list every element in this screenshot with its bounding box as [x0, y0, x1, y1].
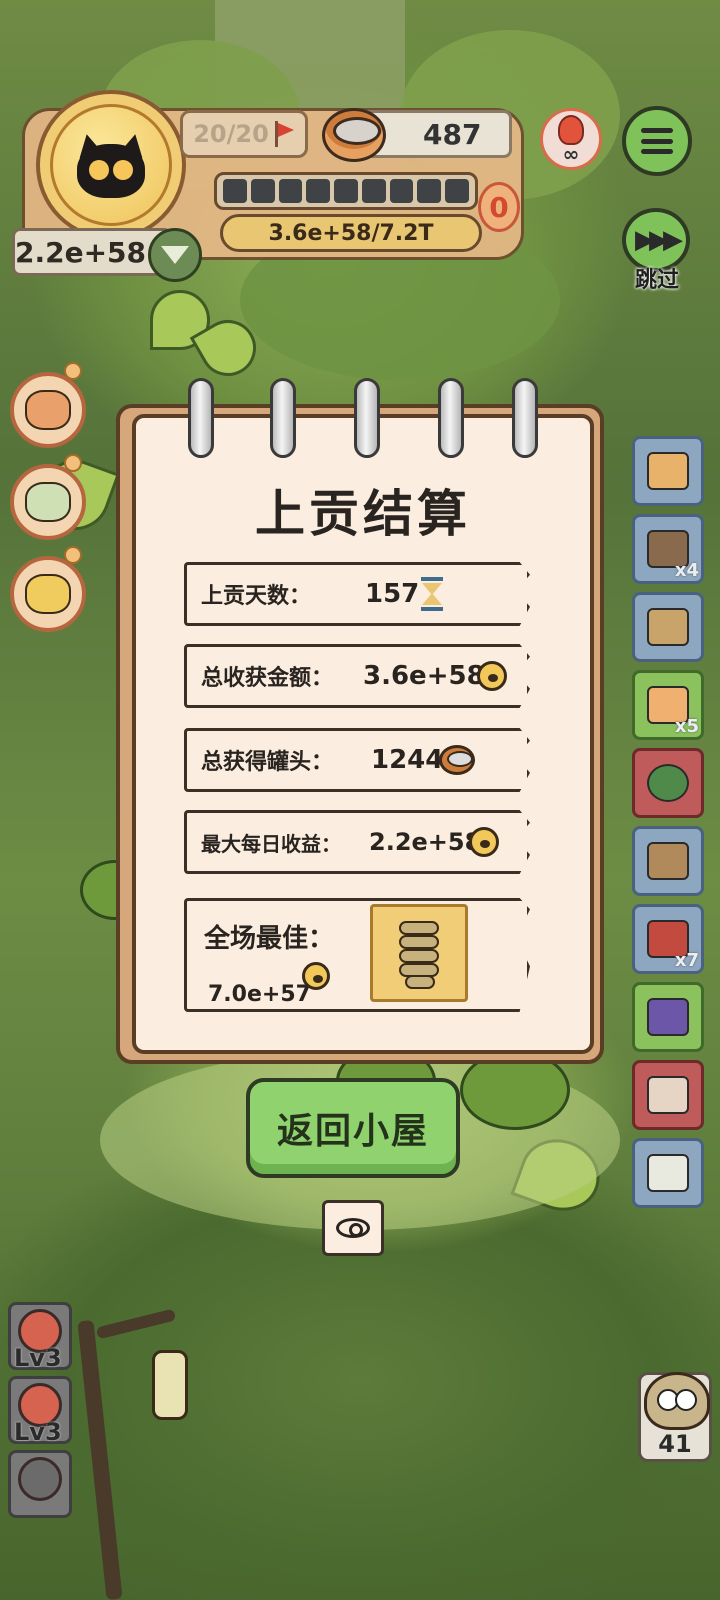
can-count: 487 — [423, 117, 482, 151]
right-tile-4[interactable]: x5 — [632, 670, 704, 740]
stat-row-total-gold: 总收获金额： 3.6e+58 — [184, 644, 530, 708]
stat-row-total-cans: 总获得罐头： 1244 — [184, 728, 530, 792]
experience-text: 3.6e+58/7.2T — [268, 220, 434, 246]
progress-segment — [278, 179, 303, 203]
best-performer-portrait[interactable] — [370, 904, 468, 1002]
avatar-frame — [50, 104, 172, 226]
card-icon — [647, 998, 689, 1036]
stage-badge: 0 — [478, 182, 520, 232]
progress-segment — [223, 179, 247, 203]
stat-label: 总收获金额： — [201, 666, 334, 691]
tile-count: x4 — [674, 560, 699, 581]
toggle-view-button[interactable] — [322, 1200, 384, 1256]
progress-segment — [334, 179, 358, 203]
pet-icon — [647, 1076, 689, 1114]
paw-coin-icon — [302, 962, 330, 990]
notebook-ring — [438, 378, 464, 458]
best-value: 7.0e+57 — [208, 982, 311, 1007]
skip-label[interactable]: 跳过 — [620, 262, 694, 294]
stat-label: 总获得罐头： — [201, 750, 334, 775]
paw-coin-icon — [469, 827, 499, 857]
box-icon — [647, 842, 689, 880]
collapse-hud-button[interactable] — [148, 228, 202, 282]
eye-icon — [336, 1218, 370, 1238]
owl-count: 41 — [658, 1430, 692, 1458]
right-tile-2[interactable]: x4 — [632, 514, 704, 584]
chick-icon — [25, 574, 71, 614]
level-text: 20/20 — [193, 120, 269, 148]
paw-coin-icon — [477, 661, 507, 691]
hamster-food-icon — [647, 452, 689, 490]
stat-label: 上贡天数： — [201, 584, 312, 609]
can-icon — [322, 108, 386, 162]
right-tile-6[interactable] — [632, 826, 704, 896]
skill-level-label: Lv3 — [14, 1418, 62, 1446]
list-icon — [641, 128, 673, 154]
stage-badge-value: 0 — [489, 190, 509, 224]
black-cat-icon — [71, 130, 151, 200]
can-icon — [439, 745, 475, 775]
fast-forward-icon: ▶▶▶ — [635, 225, 683, 255]
best-label: 全场最佳： — [204, 924, 335, 954]
hourglass-icon — [421, 577, 443, 611]
right-tile-5[interactable] — [632, 748, 704, 818]
stat-row-max-daily: 最大每日收益： 2.2e+58 — [184, 810, 530, 874]
stat-value: 2.2e+58 — [369, 828, 482, 856]
progress-segment — [417, 179, 442, 203]
stat-row-days: 上贡天数： 157 — [184, 562, 530, 626]
side-button-hamster[interactable] — [10, 372, 86, 448]
player-avatar[interactable] — [36, 90, 186, 240]
return-home-button[interactable]: 返回小屋 — [246, 1078, 460, 1178]
level-indicator: 20/20 — [180, 110, 308, 158]
plant-icon — [25, 482, 71, 522]
melon-icon — [647, 764, 689, 802]
owl-icon — [644, 1372, 710, 1430]
lantern-icon — [152, 1350, 188, 1420]
tag-icon — [64, 362, 82, 380]
tag-icon — [64, 546, 82, 564]
stat-label: 最大每日收益： — [201, 831, 341, 856]
skill-level-label: Lv3 — [14, 1344, 62, 1372]
progress-segment — [445, 179, 470, 203]
flag-icon — [273, 121, 295, 147]
menu-button[interactable] — [622, 106, 692, 176]
locked-skill-icon — [18, 1457, 62, 1501]
skill-button-3[interactable] — [8, 1450, 72, 1518]
tile-count: x5 — [674, 716, 699, 737]
right-tile-10[interactable] — [632, 1138, 704, 1208]
progress-segment — [306, 179, 331, 203]
flame-infinity-icon[interactable]: ∞ — [540, 108, 602, 170]
progress-segments — [214, 172, 478, 210]
side-button-plant[interactable] — [10, 464, 86, 540]
right-tile-9[interactable] — [632, 1060, 704, 1130]
hamster-icon — [25, 390, 71, 430]
stat-value: 3.6e+58 — [363, 661, 485, 691]
stat-value: 1244 — [371, 745, 444, 775]
stat-value: 157 — [365, 579, 420, 609]
experience-bar: 3.6e+58/7.2T — [220, 214, 482, 252]
chevron-down-icon — [161, 246, 189, 264]
progress-segment — [250, 179, 275, 203]
hut-icon — [647, 608, 689, 646]
pillbug-icon — [389, 917, 449, 989]
gold-amount: 2.2e+58 — [15, 235, 147, 269]
right-tile-1[interactable] — [632, 436, 704, 506]
leaf-icon — [647, 1154, 689, 1192]
modal-title: 上贡结算 — [255, 485, 471, 543]
tag-icon — [64, 454, 82, 472]
right-tile-8[interactable] — [632, 982, 704, 1052]
lamp-post-arm — [95, 1308, 177, 1340]
progress-segment — [361, 179, 386, 203]
side-button-chick[interactable] — [10, 556, 86, 632]
right-tile-7[interactable]: x7 — [632, 904, 704, 974]
notebook-ring — [188, 378, 214, 458]
progress-segment — [389, 179, 414, 203]
tile-count: x7 — [674, 950, 699, 971]
notebook-ring — [512, 378, 538, 458]
right-tile-3[interactable] — [632, 592, 704, 662]
lamp-post — [77, 1319, 123, 1600]
notebook-ring — [354, 378, 380, 458]
notebook-ring — [270, 378, 296, 458]
